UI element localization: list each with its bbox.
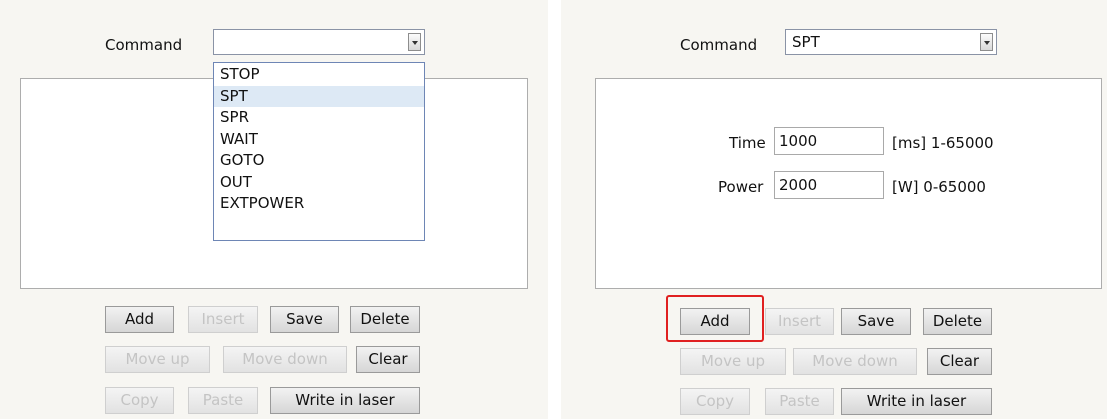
- delete-button[interactable]: Delete: [350, 306, 420, 333]
- dropdown-item-spr[interactable]: SPR: [214, 107, 424, 129]
- copy-button[interactable]: Copy: [680, 388, 750, 415]
- dropdown-item-goto[interactable]: GOTO: [214, 150, 424, 172]
- power-label: Power: [718, 178, 764, 196]
- clear-button[interactable]: Clear: [927, 348, 992, 375]
- dropdown-item-out[interactable]: OUT: [214, 172, 424, 194]
- command-select[interactable]: [213, 29, 425, 55]
- time-label: Time: [729, 134, 766, 152]
- power-input[interactable]: 2000: [774, 171, 884, 199]
- left-panel: Command STOP SPT SPR WAIT GOTO OUT EXTPOWER Ad…: [0, 0, 548, 419]
- time-range-label: [ms] 1-65000: [892, 134, 994, 152]
- move-up-button[interactable]: Move up: [680, 348, 786, 375]
- command-select-value: SPT: [792, 33, 820, 51]
- move-down-button[interactable]: Move down: [223, 346, 347, 373]
- paste-button[interactable]: Paste: [188, 387, 258, 414]
- command-dropdown-list: STOP SPT SPR WAIT GOTO OUT EXTPOWER: [213, 62, 425, 241]
- power-range-label: [W] 0-65000: [892, 178, 986, 196]
- chevron-down-icon[interactable]: [980, 33, 993, 51]
- chevron-down-icon[interactable]: [408, 33, 421, 51]
- command-label: Command: [680, 36, 758, 54]
- dropdown-item-extpower[interactable]: EXTPOWER: [214, 193, 424, 215]
- command-label: Command: [105, 36, 183, 54]
- insert-button[interactable]: Insert: [188, 306, 258, 333]
- copy-button[interactable]: Copy: [105, 387, 174, 414]
- command-workarea: Time 1000 [ms] 1-65000 Power 2000 [W] 0-…: [595, 78, 1102, 289]
- move-up-button[interactable]: Move up: [105, 346, 210, 373]
- write-in-laser-button[interactable]: Write in laser: [270, 387, 420, 414]
- clear-button[interactable]: Clear: [356, 346, 420, 373]
- time-input[interactable]: 1000: [774, 127, 884, 155]
- save-button[interactable]: Save: [270, 306, 339, 333]
- save-button[interactable]: Save: [841, 308, 911, 335]
- paste-button[interactable]: Paste: [765, 388, 834, 415]
- delete-button[interactable]: Delete: [923, 308, 992, 335]
- right-panel: Command SPT Time 1000 [ms] 1-65000 Power…: [561, 0, 1107, 419]
- dropdown-item-stop[interactable]: STOP: [214, 64, 424, 86]
- move-down-button[interactable]: Move down: [793, 348, 917, 375]
- insert-button[interactable]: Insert: [765, 308, 834, 335]
- dropdown-item-spt[interactable]: SPT: [214, 85, 424, 107]
- dropdown-item-wait[interactable]: WAIT: [214, 129, 424, 151]
- write-in-laser-button[interactable]: Write in laser: [841, 388, 992, 415]
- command-select[interactable]: SPT: [785, 29, 997, 55]
- add-button-highlight: [666, 295, 764, 342]
- add-button[interactable]: Add: [105, 306, 174, 333]
